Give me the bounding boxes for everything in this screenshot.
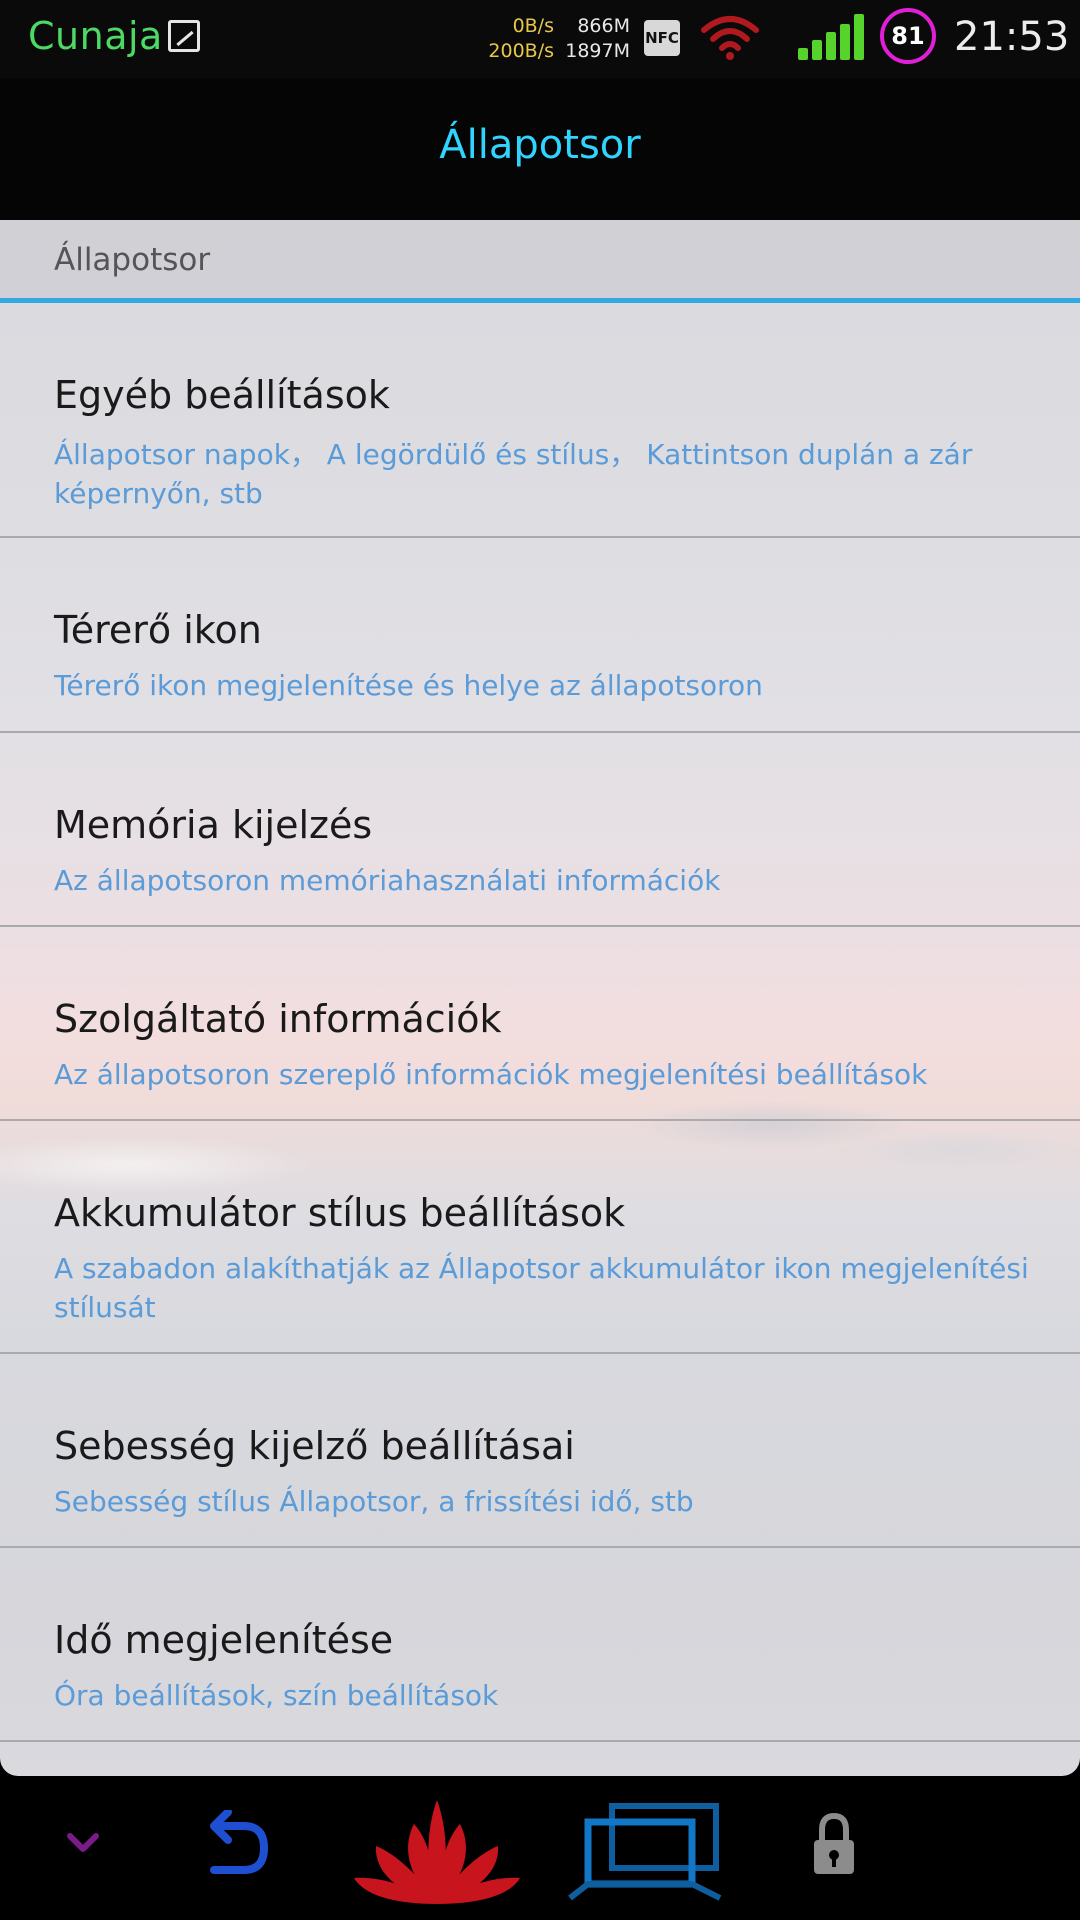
recent-apps-icon[interactable] bbox=[560, 1802, 736, 1906]
item-title: Sebesség kijelző beállításai bbox=[54, 1424, 575, 1468]
item-title: Idő megjelenítése bbox=[54, 1618, 394, 1662]
memory-free: 866M bbox=[577, 15, 630, 37]
list-item-speed-display[interactable]: Sebesség kijelző beállításai Sebesség st… bbox=[0, 1354, 1080, 1548]
title-bar: Állapotsor bbox=[0, 78, 1080, 220]
item-subtitle: Az állapotsoron memóriahasználati inform… bbox=[54, 864, 721, 897]
list-item-other-settings[interactable]: Egyéb beállítások Állapotsor napok， A le… bbox=[0, 303, 1080, 538]
list-item-carrier-info[interactable]: Szolgáltató információk Az állapotsoron … bbox=[0, 927, 1080, 1121]
page-title: Állapotsor bbox=[439, 122, 641, 168]
carrier-name: Cunaja bbox=[28, 14, 163, 58]
speed-down: 0B/s bbox=[512, 15, 554, 37]
item-title: Szolgáltató információk bbox=[54, 997, 502, 1041]
section-label: Állapotsor bbox=[54, 242, 211, 278]
chevron-down-icon[interactable] bbox=[64, 1828, 102, 1858]
memory-usage: 866M 1897M bbox=[562, 14, 630, 64]
item-subtitle: A szabadon alakíthatják az Állapotsor ak… bbox=[54, 1252, 1029, 1324]
section-header: Állapotsor bbox=[0, 220, 1080, 298]
back-icon[interactable] bbox=[200, 1810, 272, 1880]
item-title: Memória kijelzés bbox=[54, 803, 373, 847]
picture-icon bbox=[168, 20, 200, 52]
navigation-bar bbox=[0, 1776, 1080, 1920]
screen: Cunaja 0B/s 200B/s 866M 1897M NFC 81 21:… bbox=[0, 0, 1080, 1920]
list-item-battery-style[interactable]: Akkumulátor stílus beállítások A szabado… bbox=[0, 1121, 1080, 1354]
memory-total: 1897M bbox=[565, 40, 630, 62]
speed-up: 200B/s bbox=[488, 40, 554, 62]
settings-list: Állapotsor Egyéb beállítások Állapotsor … bbox=[0, 220, 1080, 1776]
battery-ring-icon: 81 bbox=[880, 8, 936, 64]
network-speed: 0B/s 200B/s bbox=[470, 14, 554, 64]
item-subtitle: Térerő ikon megjelenítése és helye az ál… bbox=[54, 669, 763, 702]
item-title: Egyéb beállítások bbox=[54, 373, 390, 417]
item-title: Térerő ikon bbox=[54, 608, 262, 652]
list-item-time-display[interactable]: Idő megjelenítése Óra beállítások, szín … bbox=[0, 1548, 1080, 1742]
nfc-icon: NFC bbox=[644, 20, 680, 56]
signal-icon bbox=[798, 14, 864, 60]
list-item-memory-display[interactable]: Memória kijelzés Az állapotsoron memória… bbox=[0, 733, 1080, 927]
huawei-logo-icon[interactable] bbox=[352, 1796, 522, 1906]
item-subtitle: Az állapotsoron szereplő információk meg… bbox=[54, 1058, 928, 1091]
clock: 21:53 bbox=[954, 14, 1070, 60]
item-subtitle: Óra beállítások, szín beállítások bbox=[54, 1679, 499, 1712]
item-title: Akkumulátor stílus beállítások bbox=[54, 1191, 626, 1235]
status-bar: Cunaja 0B/s 200B/s 866M 1897M NFC 81 21:… bbox=[0, 0, 1080, 78]
wifi-icon bbox=[701, 16, 759, 60]
list-item-signal-icon[interactable]: Térerő ikon Térerő ikon megjelenítése és… bbox=[0, 538, 1080, 733]
item-subtitle: Sebesség stílus Állapotsor, a frissítési… bbox=[54, 1485, 694, 1518]
item-subtitle: Állapotsor napok， A legördülő és stílus，… bbox=[54, 438, 973, 510]
lock-icon[interactable] bbox=[810, 1812, 858, 1878]
